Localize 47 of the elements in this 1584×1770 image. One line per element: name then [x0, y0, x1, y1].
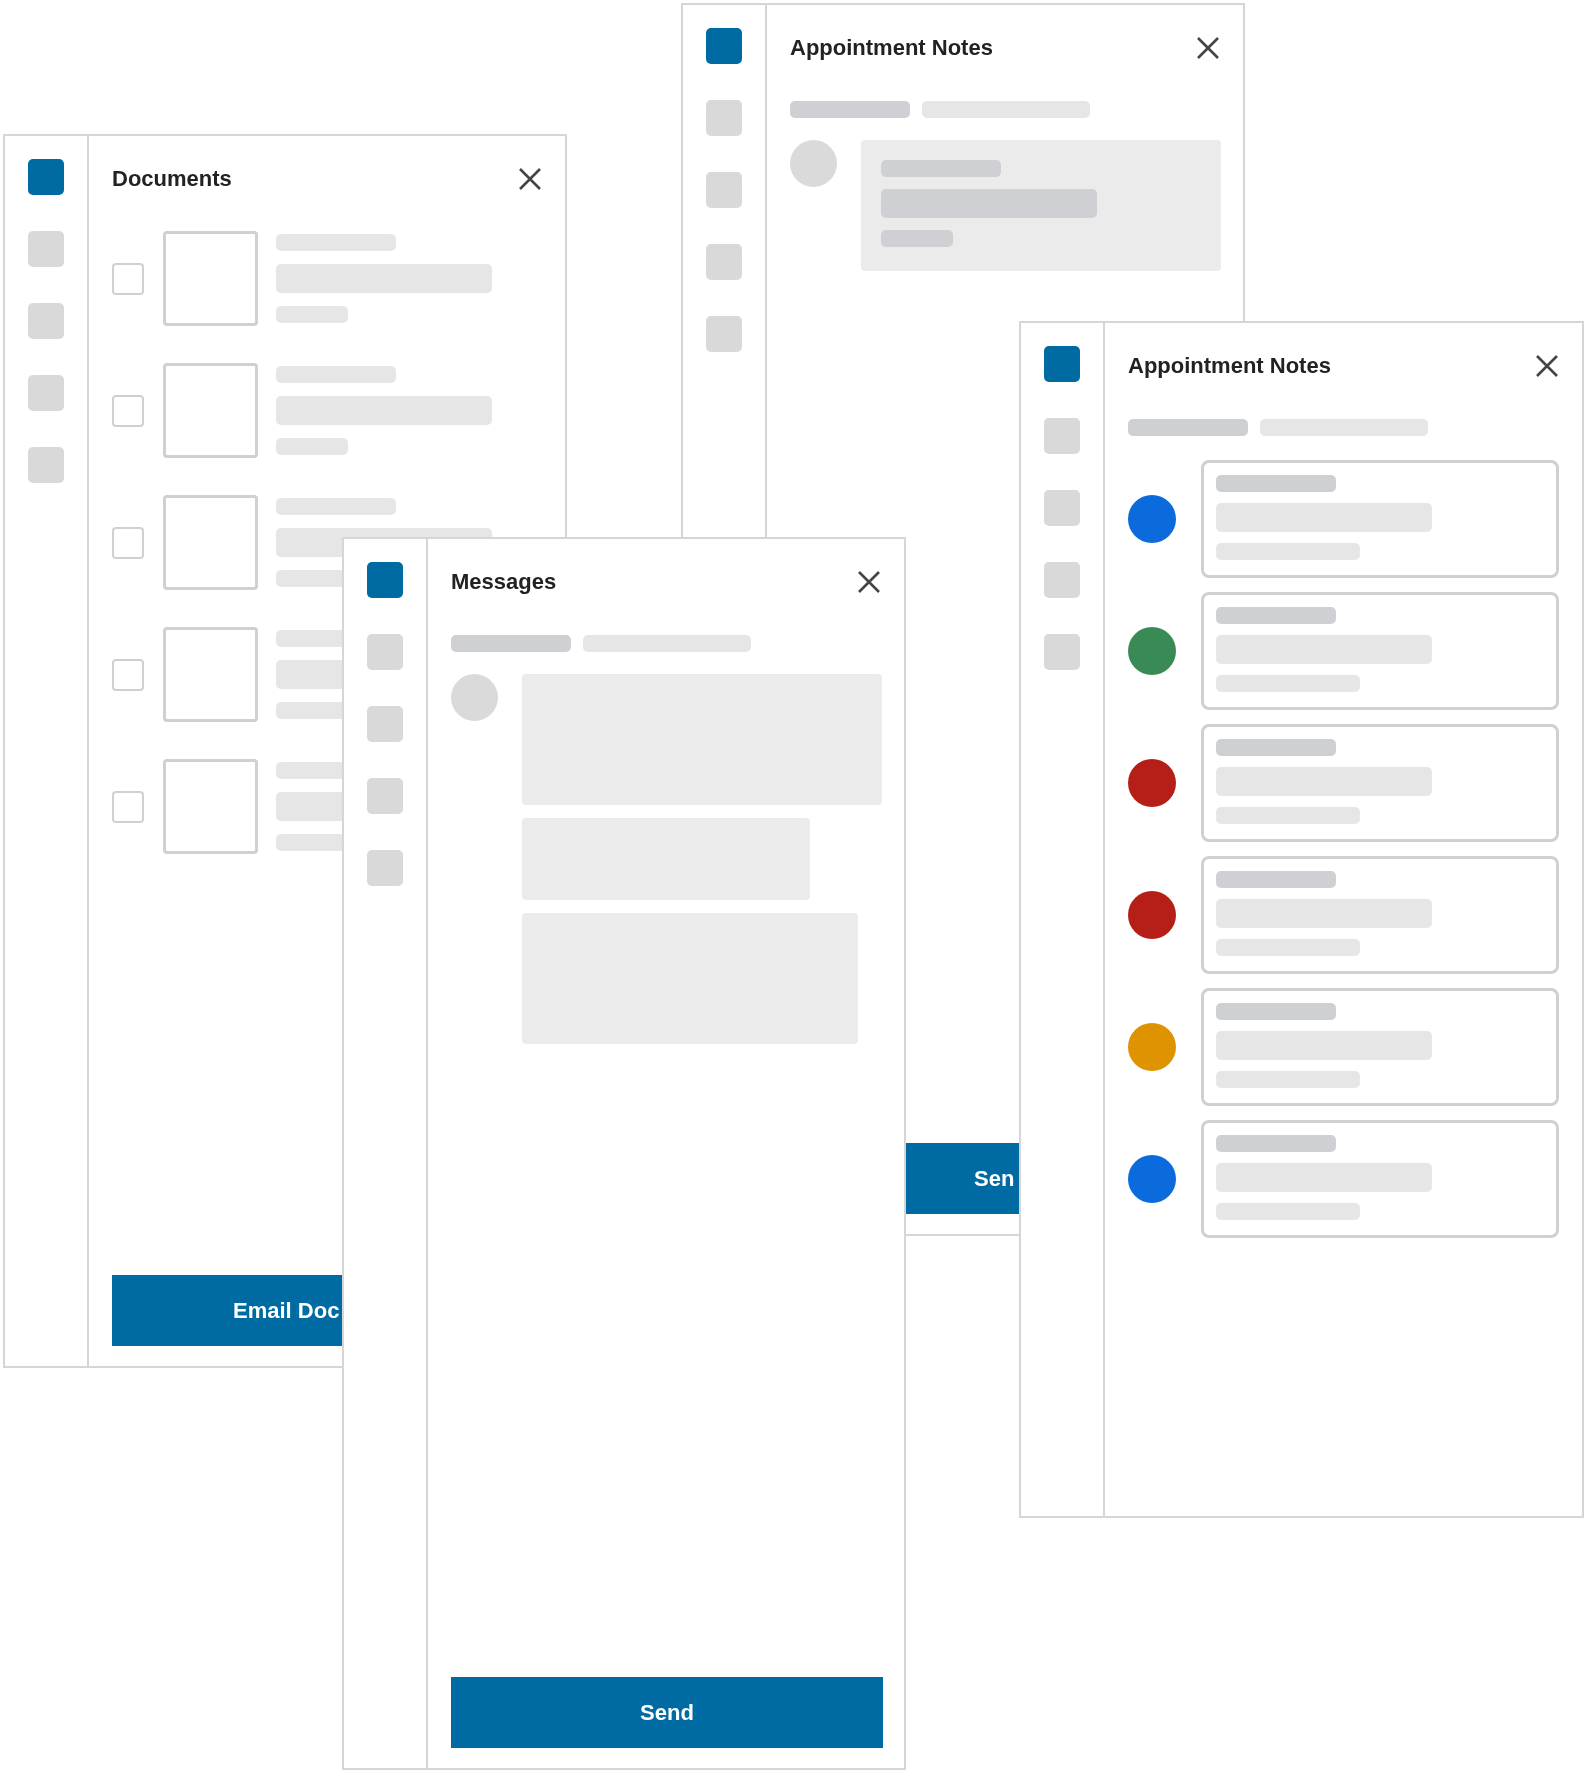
window-title: Messages [451, 569, 557, 595]
close-icon[interactable] [856, 569, 882, 595]
note-card[interactable] [1201, 724, 1559, 842]
nav-item[interactable] [367, 778, 403, 814]
nav-item[interactable] [1044, 490, 1080, 526]
close-icon[interactable] [1195, 35, 1221, 61]
send-button[interactable]: Send [451, 1677, 883, 1748]
close-icon[interactable] [517, 166, 543, 192]
send-button[interactable]: Sen [906, 1143, 1019, 1214]
nav-item[interactable] [367, 850, 403, 886]
nav-item[interactable] [367, 706, 403, 742]
note-card[interactable] [1201, 1120, 1559, 1238]
nav-item[interactable] [1044, 346, 1080, 382]
nav-item[interactable] [1044, 562, 1080, 598]
checkbox[interactable] [112, 790, 144, 823]
window-title: Documents [112, 166, 232, 192]
checkbox[interactable] [112, 394, 144, 427]
nav-item[interactable] [367, 562, 403, 598]
nav-item[interactable] [28, 375, 64, 411]
checkbox[interactable] [112, 262, 144, 295]
avatar-placeholder [451, 674, 498, 721]
window-title: Appointment Notes [790, 35, 993, 61]
note-card[interactable] [1201, 592, 1559, 710]
close-icon[interactable] [1534, 353, 1560, 379]
window-title: Appointment Notes [1128, 353, 1331, 379]
checkbox[interactable] [112, 526, 144, 559]
nav-item[interactable] [367, 634, 403, 670]
nav-item[interactable] [706, 28, 742, 64]
nav-item[interactable] [28, 447, 64, 483]
nav-item[interactable] [1044, 634, 1080, 670]
nav-item[interactable] [28, 231, 64, 267]
nav-item[interactable] [706, 100, 742, 136]
nav-item[interactable] [28, 303, 64, 339]
placeholder-bar [881, 230, 953, 247]
note-card[interactable] [1201, 856, 1559, 974]
note-card[interactable] [1201, 988, 1559, 1106]
nav-item[interactable] [1044, 418, 1080, 454]
placeholder-bar [276, 438, 348, 455]
checkbox[interactable] [112, 658, 144, 691]
nav-item[interactable] [706, 316, 742, 352]
note-card[interactable] [1201, 460, 1559, 578]
email-button[interactable]: Email Doc [112, 1275, 342, 1346]
nav-item[interactable] [706, 244, 742, 280]
avatar-placeholder [790, 140, 837, 187]
nav-item[interactable] [706, 172, 742, 208]
placeholder-bar [276, 306, 348, 323]
nav-item[interactable] [28, 159, 64, 195]
